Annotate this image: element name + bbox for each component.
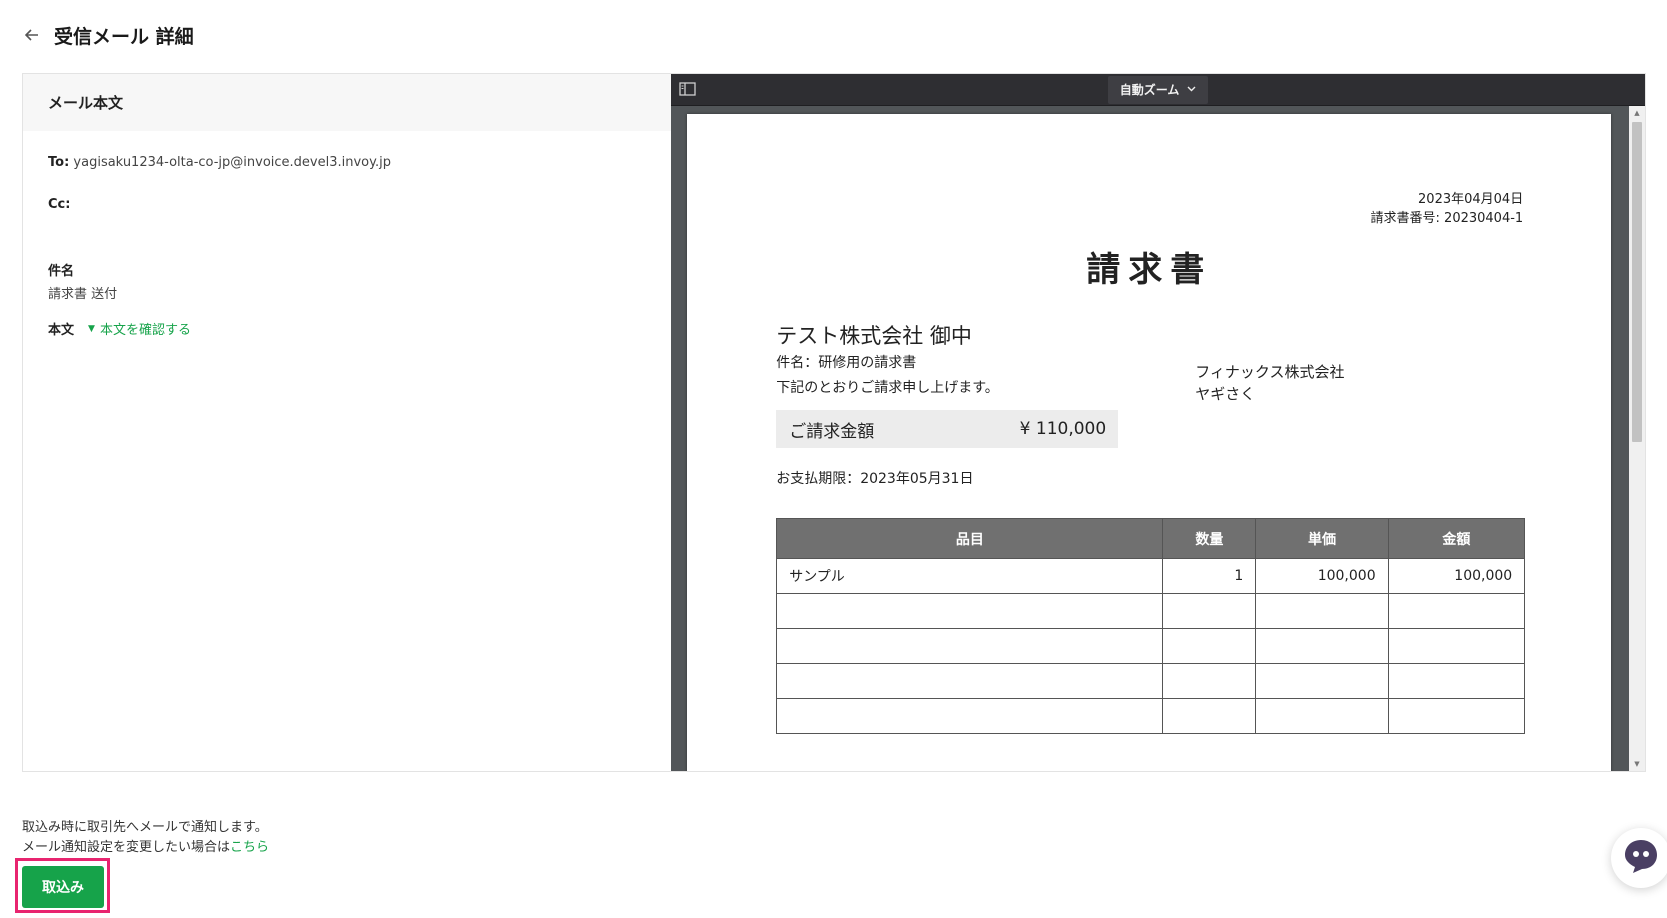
caret-down-icon: ▼ <box>88 323 95 334</box>
unit-price-cell <box>1255 593 1389 629</box>
amount-cell <box>1387 593 1526 629</box>
notification-settings-link[interactable]: こちら <box>230 840 269 855</box>
invoice-items-table: 品目 数量 単価 金額 サンプル 1 100,000 100,000 <box>776 518 1526 734</box>
mail-section-title: メール本文 <box>23 74 672 131</box>
invoice-client: テスト株式会社 御中 <box>776 324 972 348</box>
chat-support-button[interactable] <box>1611 828 1667 888</box>
item-cell <box>776 698 1164 734</box>
header-amount: 金額 <box>1387 518 1526 559</box>
chat-bot-icon <box>1621 836 1661 880</box>
amount-cell <box>1387 628 1526 664</box>
item-cell <box>776 593 1164 629</box>
body-row: 本文 ▼ 本文を確認する <box>48 319 191 338</box>
header-quantity: 数量 <box>1162 518 1257 559</box>
cc-row: Cc: <box>48 197 70 212</box>
import-button[interactable]: 取込み <box>22 866 104 908</box>
amount-cell: 100,000 <box>1387 558 1526 594</box>
pdf-viewport[interactable]: 2023年04月04日 請求書番号: 20230404-1 請求書 テスト株式会… <box>671 106 1645 771</box>
scroll-down-arrow-icon[interactable]: ▼ <box>1629 757 1645 771</box>
scroll-thumb[interactable] <box>1632 122 1642 442</box>
invoice-amount-box: ご請求金額 ¥ 110,000 <box>776 410 1119 448</box>
mail-body-pane: メール本文 To: yagisaku1234-olta-co-jp@invoic… <box>23 74 672 771</box>
subject-label: 件名 <box>48 264 75 279</box>
to-value: yagisaku1234-olta-co-jp@invoice.devel3.i… <box>73 155 391 170</box>
invoice-note: 下記のとおりご請求申し上げます。 <box>776 380 999 396</box>
amount-cell <box>1387 663 1526 699</box>
pdf-viewer: 自動ズーム 2023年04月04日 請求書番号: 20230404-1 請求書 … <box>671 74 1645 771</box>
table-row: サンプル 1 100,000 100,000 <box>776 558 1526 594</box>
issuer-company: フィナックス株式会社 <box>1195 363 1345 381</box>
page-title: 受信メール 詳細 <box>54 25 194 48</box>
to-label: To: <box>48 155 70 170</box>
pdf-toolbar: 自動ズーム <box>671 74 1645 106</box>
sidebar-toggle-icon[interactable] <box>679 81 699 99</box>
invoice-page: 2023年04月04日 請求書番号: 20230404-1 請求書 テスト株式会… <box>687 114 1612 771</box>
table-header-row: 品目 数量 単価 金額 <box>776 518 1526 559</box>
table-row <box>776 698 1526 734</box>
quantity-cell <box>1162 628 1257 664</box>
notification-notice: 取込み時に取引先へメールで通知します。 メール通知設定を変更したい場合はこちら <box>22 818 269 858</box>
invoice-title: 請求書 <box>1086 250 1213 290</box>
quantity-cell: 1 <box>1162 558 1257 594</box>
chevron-down-icon <box>1187 84 1196 95</box>
invoice-due-date: お支払期限：2023年05月31日 <box>776 471 974 487</box>
body-label: 本文 <box>48 323 75 338</box>
zoom-label: 自動ズーム <box>1119 83 1180 97</box>
invoice-subject: 件名：研修用の請求書 <box>776 355 917 371</box>
table-row <box>776 628 1526 664</box>
unit-price-cell: 100,000 <box>1255 558 1389 594</box>
invoice-date: 2023年04月04日 <box>1418 192 1524 207</box>
invoice-number: 請求書番号: 20230404-1 <box>1370 211 1524 226</box>
show-body-toggle[interactable]: ▼ 本文を確認する <box>88 319 191 338</box>
amount-label: ご請求金額 <box>789 421 875 442</box>
table-row <box>776 663 1526 699</box>
invoice-issuer: フィナックス株式会社 ヤギさく <box>1195 361 1344 405</box>
notice-line-1: 取込み時に取引先へメールで通知します。 <box>22 820 268 835</box>
header-item: 品目 <box>776 518 1164 559</box>
item-cell <box>776 663 1164 699</box>
issuer-person: ヤギさく <box>1195 385 1256 403</box>
amount-cell <box>1387 698 1526 734</box>
item-cell: サンプル <box>776 558 1164 594</box>
header-unit-price: 単価 <box>1255 518 1389 559</box>
to-row: To: yagisaku1234-olta-co-jp@invoice.deve… <box>48 155 391 170</box>
unit-price-cell <box>1255 698 1389 734</box>
unit-price-cell <box>1255 628 1389 664</box>
quantity-cell <box>1162 663 1257 699</box>
cc-label: Cc: <box>48 197 71 212</box>
pdf-scrollbar[interactable]: ▲ ▼ <box>1629 106 1645 771</box>
subject-value: 請求書 送付 <box>48 287 118 302</box>
item-cell <box>776 628 1164 664</box>
table-row <box>776 593 1526 629</box>
zoom-select[interactable]: 自動ズーム <box>1107 75 1209 104</box>
notice-line-2-text: メール通知設定を変更したい場合は <box>22 840 231 855</box>
subject-row: 件名 請求書 送付 <box>48 260 117 302</box>
mail-detail-panel: メール本文 To: yagisaku1234-olta-co-jp@invoic… <box>22 73 1646 772</box>
amount-value: ¥ 110,000 <box>1019 419 1107 439</box>
show-body-label: 本文を確認する <box>99 323 191 338</box>
arrow-left-icon[interactable] <box>22 25 42 45</box>
quantity-cell <box>1162 698 1257 734</box>
notice-line-2: メール通知設定を変更したい場合はこちら <box>22 838 269 858</box>
quantity-cell <box>1162 593 1257 629</box>
page-header: 受信メール 詳細 <box>22 20 194 50</box>
unit-price-cell <box>1255 663 1389 699</box>
scroll-up-arrow-icon[interactable]: ▲ <box>1629 106 1645 120</box>
